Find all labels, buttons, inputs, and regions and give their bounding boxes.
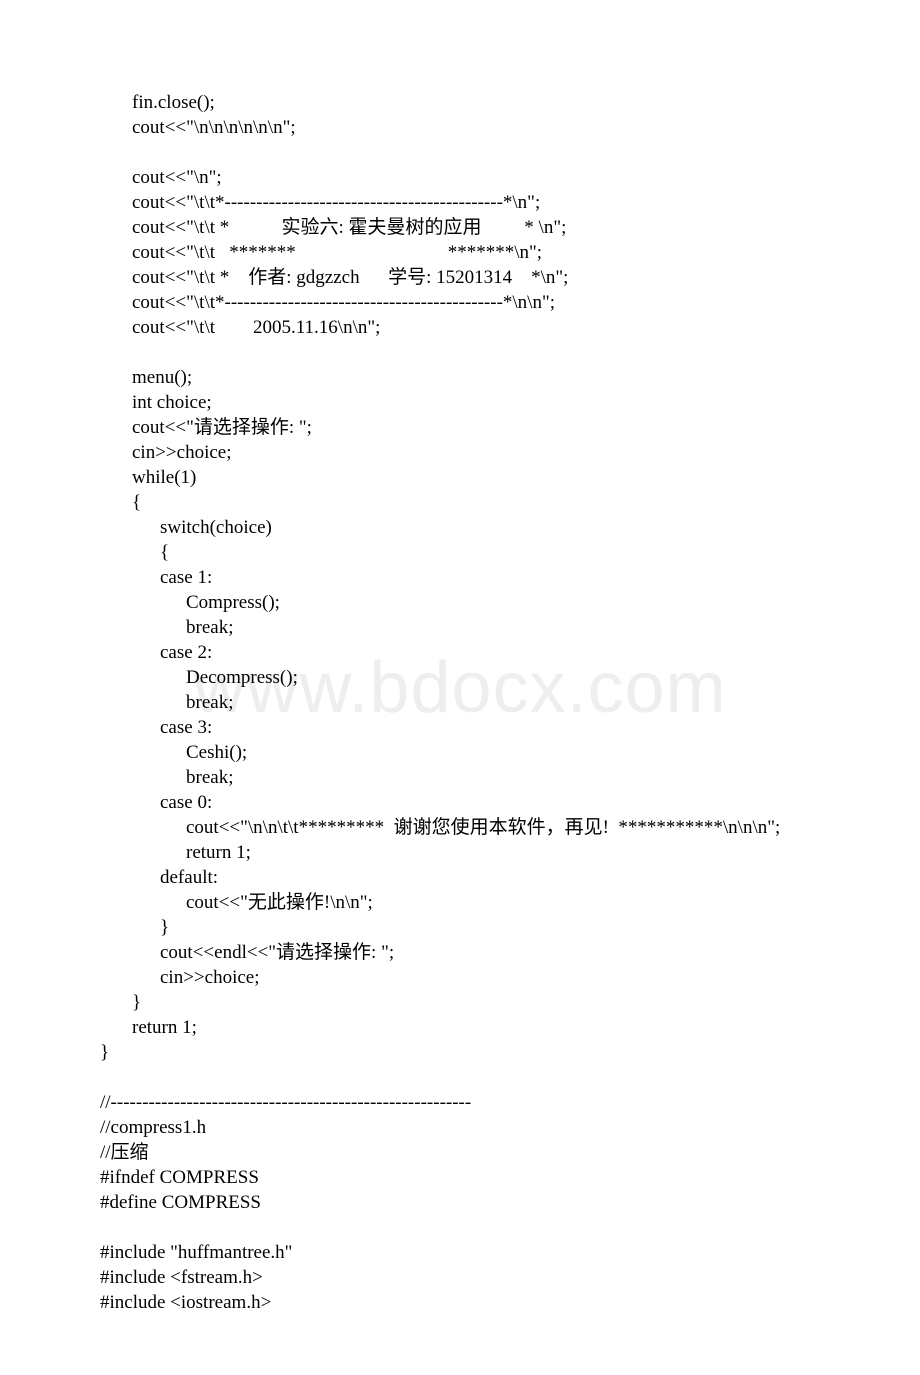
document-page: www.bdocx.com fin.close();cout<<"\n\n\n\…	[0, 0, 920, 1375]
code-line: cout<<"\t\t*----------------------------…	[100, 290, 820, 315]
code-line: return 1;	[100, 1015, 820, 1040]
code-line: cin>>choice;	[100, 440, 820, 465]
code-line: cout<<"\t\t * 实验六: 霍夫曼树的应用 * \n";	[100, 215, 820, 240]
code-line: cout<<"请选择操作: ";	[100, 415, 820, 440]
code-line: {	[100, 490, 820, 515]
code-line: cin>>choice;	[100, 965, 820, 990]
code-line: case 2:	[100, 640, 820, 665]
blank-line	[100, 1065, 820, 1090]
code-line: #ifndef COMPRESS	[100, 1165, 820, 1190]
code-line: #include <iostream.h>	[100, 1290, 820, 1315]
code-line: cout<<"\t\t * 作者: gdgzzch 学号: 15201314 *…	[100, 265, 820, 290]
code-line: int choice;	[100, 390, 820, 415]
blank-line	[100, 1215, 820, 1240]
code-line: cout<<"\n\n\t\t********* 谢谢您使用本软件，再见! **…	[100, 815, 820, 840]
code-line: cout<<endl<<"请选择操作: ";	[100, 940, 820, 965]
code-line: cout<<"\t\t ******* *******\n";	[100, 240, 820, 265]
code-line: break;	[100, 765, 820, 790]
code-line: case 3:	[100, 715, 820, 740]
code-line: //compress1.h	[100, 1115, 820, 1140]
code-line: case 1:	[100, 565, 820, 590]
code-line: Compress();	[100, 590, 820, 615]
code-line: switch(choice)	[100, 515, 820, 540]
code-line: cout<<"\n";	[100, 165, 820, 190]
code-line: #include "huffmantree.h"	[100, 1240, 820, 1265]
code-line: break;	[100, 690, 820, 715]
code-line: Decompress();	[100, 665, 820, 690]
code-line: #define COMPRESS	[100, 1190, 820, 1215]
code-line: //压缩	[100, 1140, 820, 1165]
code-line: menu();	[100, 365, 820, 390]
code-line: fin.close();	[100, 90, 820, 115]
code-line: while(1)	[100, 465, 820, 490]
code-line: }	[100, 915, 820, 940]
code-line: }	[100, 990, 820, 1015]
code-line: break;	[100, 615, 820, 640]
code-line: cout<<"\t\t 2005.11.16\n\n";	[100, 315, 820, 340]
code-line: return 1;	[100, 840, 820, 865]
blank-line	[100, 140, 820, 165]
code-line: }	[100, 1040, 820, 1065]
code-block: fin.close();cout<<"\n\n\n\n\n\n"; cout<<"…	[100, 90, 820, 1315]
blank-line	[100, 340, 820, 365]
code-line: #include <fstream.h>	[100, 1265, 820, 1290]
code-line: {	[100, 540, 820, 565]
code-line: cout<<"无此操作!\n\n";	[100, 890, 820, 915]
code-line: cout<<"\t\t*----------------------------…	[100, 190, 820, 215]
code-line: default:	[100, 865, 820, 890]
code-line: Ceshi();	[100, 740, 820, 765]
code-line: case 0:	[100, 790, 820, 815]
code-line: //--------------------------------------…	[100, 1090, 820, 1115]
code-line: cout<<"\n\n\n\n\n\n";	[100, 115, 820, 140]
